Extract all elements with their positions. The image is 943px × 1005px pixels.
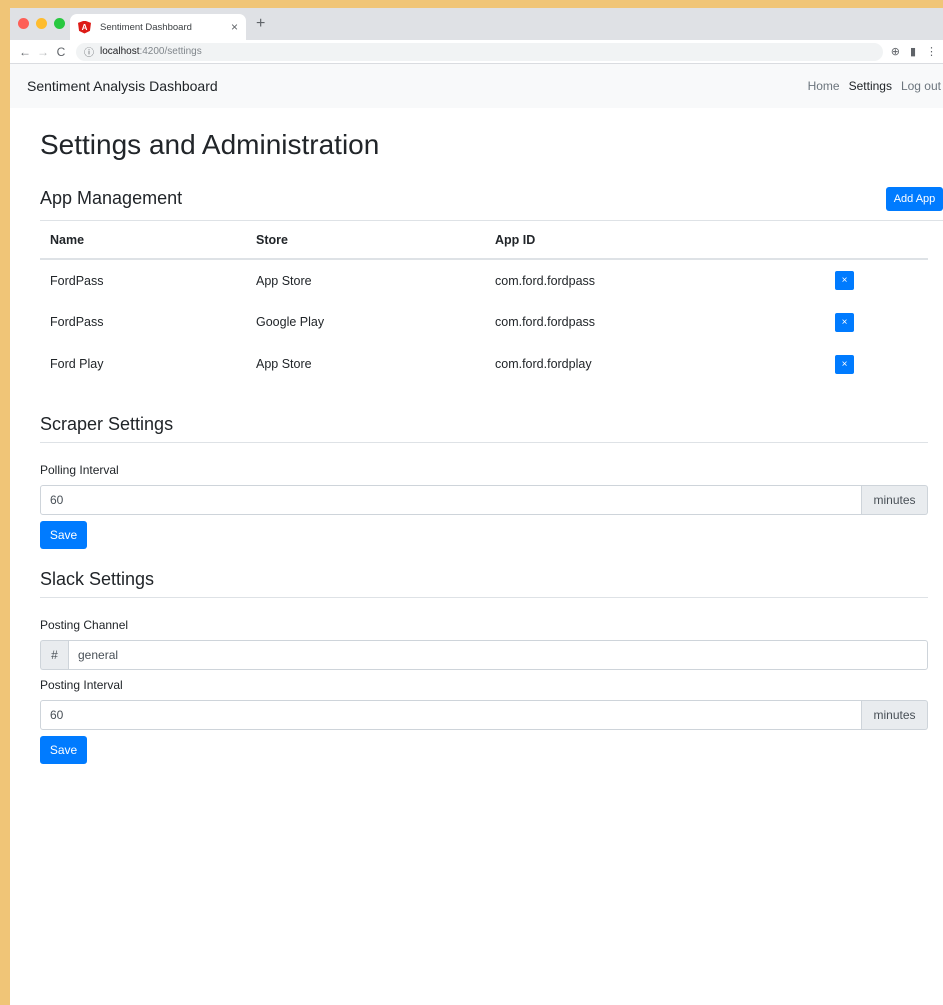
polling-interval-group: minutes — [40, 485, 928, 515]
window-controls — [18, 18, 65, 29]
browser-toolbar: ← → C ⓘ localhost :4200/settings ⊕ ▮ ⋮ — [10, 40, 943, 64]
table-header-row: Name Store App ID — [40, 221, 928, 260]
address-bar[interactable]: ⓘ localhost :4200/settings — [76, 42, 883, 61]
zoom-icon[interactable]: ⊕ — [891, 45, 900, 58]
nav-link-logout[interactable]: Log out — [901, 79, 941, 93]
app-navbar: Sentiment Analysis Dashboard Home Settin… — [10, 64, 943, 108]
delete-app-button[interactable]: × — [835, 271, 854, 290]
main-content: Settings and Administration App Manageme… — [10, 129, 943, 764]
reload-icon[interactable]: C — [52, 45, 70, 59]
browser-window: A Sentiment Dashboard × + ← → C ⓘ localh… — [0, 0, 943, 1005]
slack-settings-header: Slack Settings — [40, 561, 928, 598]
extension-icon[interactable]: ▮ — [910, 45, 916, 58]
posting-interval-label: Posting Interval — [40, 678, 123, 692]
posting-unit-addon: minutes — [862, 700, 928, 730]
forward-arrow-icon[interactable]: → — [34, 45, 52, 59]
cell-actions: × — [825, 301, 928, 343]
tab-close-icon[interactable]: × — [231, 20, 238, 34]
nav-link-settings[interactable]: Settings — [849, 79, 892, 93]
table-row: FordPass App Store com.ford.fordpass × — [40, 259, 928, 301]
info-icon[interactable]: ⓘ — [84, 44, 94, 59]
posting-interval-group: minutes — [40, 700, 928, 730]
polling-unit-addon: minutes — [862, 485, 928, 515]
browser-tab[interactable]: A Sentiment Dashboard × — [70, 14, 246, 40]
hash-prefix-addon: # — [40, 640, 68, 670]
polling-interval-label: Polling Interval — [40, 463, 119, 477]
new-tab-icon[interactable]: + — [256, 15, 265, 33]
page-title: Settings and Administration — [40, 129, 380, 160]
url-path: :4200/settings — [139, 46, 202, 57]
scraper-settings-header: Scraper Settings — [40, 407, 928, 443]
app-management-heading: App Management — [40, 188, 183, 208]
posting-channel-group: # — [40, 640, 928, 670]
nav-link-home[interactable]: Home — [808, 79, 840, 93]
nav-links: Home Settings Log out — [808, 79, 943, 93]
menu-icon[interactable]: ⋮ — [926, 45, 937, 58]
cell-name: FordPass — [50, 315, 104, 329]
posting-channel-input[interactable] — [68, 640, 928, 670]
column-header-store: Store — [246, 221, 485, 260]
angular-favicon-icon: A — [78, 20, 91, 34]
delete-app-button[interactable]: × — [835, 312, 854, 332]
cell-actions: × — [825, 343, 928, 385]
cell-name: FordPass — [50, 273, 104, 288]
tab-title: Sentiment Dashboard — [100, 21, 192, 33]
cell-app-id: com.ford.fordpass — [495, 273, 596, 288]
table-row: Ford Play App Store com.ford.fordplay × — [40, 343, 928, 385]
tab-strip: A Sentiment Dashboard × + — [10, 8, 943, 40]
close-window-button[interactable] — [18, 18, 29, 29]
cell-app-id: com.ford.fordplay — [495, 357, 592, 371]
posting-interval-input[interactable] — [40, 700, 862, 730]
delete-app-button[interactable]: × — [835, 354, 854, 374]
cell-app-id: com.ford.fordpass — [495, 315, 596, 329]
polling-interval-input[interactable] — [40, 485, 862, 515]
cell-store: App Store — [256, 273, 312, 288]
cell-store: App Store — [256, 357, 312, 371]
back-arrow-icon[interactable]: ← — [16, 45, 34, 59]
column-header-app-id: App ID — [485, 221, 825, 260]
column-header-name: Name — [40, 221, 246, 260]
app-management-header: App Management Add App — [40, 177, 943, 221]
scraper-settings-heading: Scraper Settings — [40, 414, 174, 434]
cell-store: Google Play — [256, 315, 325, 329]
cell-name: Ford Play — [50, 357, 104, 371]
column-header-actions — [825, 221, 928, 260]
minimize-window-button[interactable] — [36, 18, 47, 29]
posting-channel-label: Posting Channel — [40, 618, 129, 632]
maximize-window-button[interactable] — [54, 18, 65, 29]
slack-settings-heading: Slack Settings — [40, 568, 155, 589]
table-row: FordPass Google Play com.ford.fordpass × — [40, 301, 928, 343]
slack-save-button[interactable]: Save — [40, 736, 87, 764]
url-host: localhost — [100, 46, 140, 57]
app-table: Name Store App ID FordPass App Store com… — [40, 221, 928, 385]
cell-actions: × — [825, 259, 928, 301]
scraper-save-button[interactable]: Save — [40, 521, 87, 549]
navbar-brand[interactable]: Sentiment Analysis Dashboard — [27, 78, 218, 94]
add-app-button[interactable]: Add App — [886, 186, 943, 211]
